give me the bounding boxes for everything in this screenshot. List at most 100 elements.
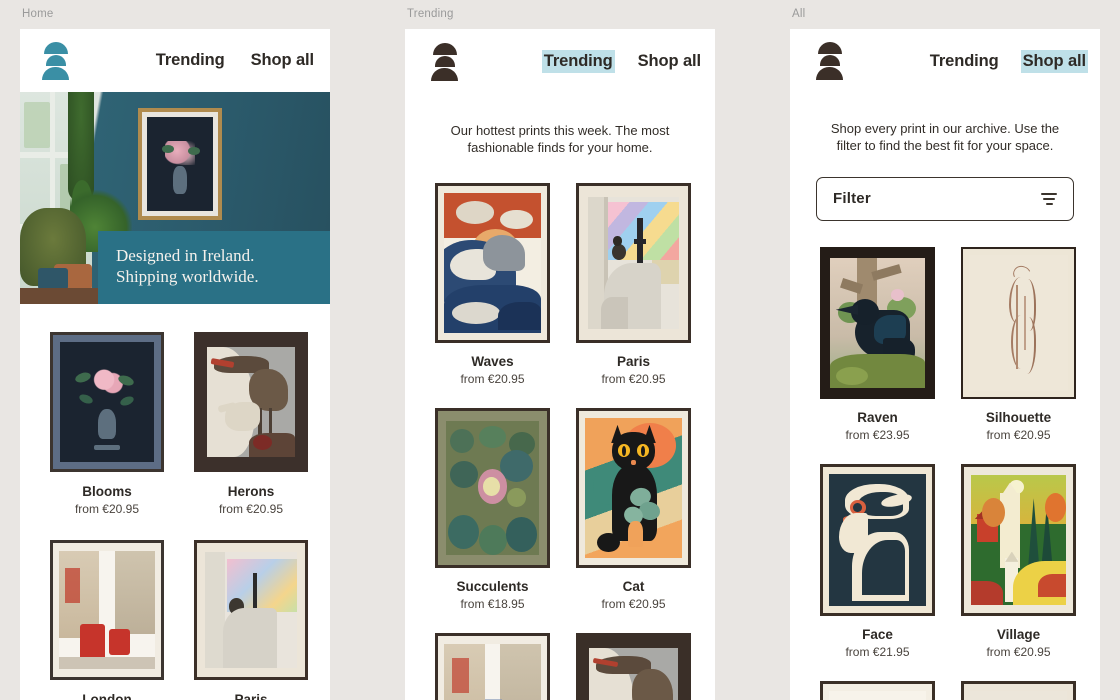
- product-title: Succulents: [456, 578, 529, 594]
- product-frame: [435, 632, 550, 700]
- nav-link-trending[interactable]: Trending: [156, 51, 225, 70]
- filter-label: Filter: [833, 190, 871, 208]
- product-frame: [820, 463, 935, 616]
- hero-banner-section[interactable]: Designed in Ireland. Shipping worldwide.: [20, 92, 330, 304]
- product-frame: [50, 332, 164, 472]
- logo-dome-bottom: [42, 66, 69, 80]
- product-frame: [50, 540, 164, 680]
- product-card[interactable]: Blooms from €20.95: [820, 680, 935, 700]
- product-card[interactable]: Cat from €20.95: [576, 407, 691, 611]
- panel-all-body: Trending Shop all Shop every print in ou…: [790, 29, 1100, 700]
- product-card[interactable]: Herons from €20.95: [576, 632, 691, 700]
- product-card[interactable]: Silhouette from €20.95: [961, 246, 1076, 442]
- product-title: Cat: [622, 578, 645, 594]
- product-price: from €20.95: [986, 427, 1051, 442]
- panel-label-all: All: [792, 8, 806, 20]
- filter-icon[interactable]: [1041, 192, 1057, 205]
- product-frame: [435, 407, 550, 568]
- nav-link-shop-all[interactable]: Shop all: [251, 51, 314, 70]
- product-card[interactable]: Raven from €23.95: [820, 246, 935, 442]
- screenshot-stage: Home Trending Shop all Designed in Irela…: [0, 0, 1120, 700]
- nav-link-shop-all[interactable]: Shop all: [638, 52, 701, 71]
- product-frame: [194, 332, 308, 472]
- product-price: from €20.95: [601, 371, 666, 386]
- panel-label-home: Home: [22, 8, 54, 20]
- product-frame: [961, 680, 1076, 700]
- product-price: from €20.95: [986, 644, 1051, 659]
- product-title: Face: [862, 626, 893, 642]
- filter-row: Filter: [790, 155, 1100, 221]
- product-frame: [194, 540, 308, 680]
- product-grid: Raven from €23.95 Silhouette from €20.95…: [790, 221, 1100, 700]
- logo-stacked-domes-icon[interactable]: [431, 42, 458, 81]
- panel-trending-body: Trending Shop all Our hottest prints thi…: [405, 29, 715, 700]
- panel-home: Home Trending Shop all Designed in Irela…: [20, 0, 330, 700]
- product-card[interactable]: Paris from €20.95: [961, 680, 1076, 700]
- logo-dome-bottom: [816, 67, 843, 80]
- product-card[interactable]: London from €20.95: [50, 540, 164, 700]
- product-frame: [820, 246, 935, 399]
- page-intro: Shop every print in our archive. Use the…: [790, 93, 1100, 155]
- product-title: Paris: [234, 692, 268, 700]
- product-card[interactable]: London from €20.95: [435, 632, 550, 700]
- logo-dome-mid: [45, 54, 66, 66]
- product-frame: [820, 680, 935, 700]
- logo-stacked-domes-icon[interactable]: [816, 42, 843, 80]
- product-card[interactable]: Face from €21.95: [820, 463, 935, 659]
- site-header: Trending Shop all: [790, 29, 1100, 93]
- product-price: from €20.95: [74, 502, 140, 516]
- product-frame: [435, 182, 550, 343]
- product-price: from €23.95: [845, 427, 910, 442]
- nav-link-trending[interactable]: Trending: [930, 52, 999, 71]
- product-title: Herons: [227, 484, 275, 499]
- main-nav: Trending Shop all: [930, 51, 1086, 71]
- panel-trending: Trending Trending Shop all Our hottest p…: [405, 0, 715, 700]
- hero-banner-card: Designed in Ireland. Shipping worldwide.: [98, 230, 330, 304]
- logo-dome-top: [817, 42, 842, 54]
- logo-stacked-domes-icon[interactable]: [42, 41, 69, 80]
- product-grid: Waves from €20.95 Paris from €20.95 Succ…: [405, 157, 715, 700]
- product-title: Village: [996, 626, 1041, 642]
- panel-all: All Trending Shop all Shop every print i…: [790, 0, 1100, 700]
- product-card[interactable]: Village from €20.95: [961, 463, 1076, 659]
- product-card[interactable]: Blooms from €20.95: [50, 332, 164, 516]
- product-grid: Blooms from €20.95 Herons from €20.95 Lo…: [20, 304, 330, 700]
- product-price: from €21.95: [845, 644, 910, 659]
- logo-dome-top: [43, 41, 68, 54]
- product-price: from €20.95: [218, 502, 284, 516]
- main-nav: Trending Shop all: [156, 51, 314, 70]
- filter-dropdown[interactable]: Filter: [816, 176, 1074, 221]
- product-title: London: [82, 692, 132, 700]
- panel-home-body: Trending Shop all Designed in Ireland. S…: [20, 29, 330, 700]
- intro-line1: Shop every print in our archive. Use the: [830, 121, 1060, 136]
- product-frame: [961, 463, 1076, 616]
- product-card[interactable]: Paris from €20.95: [194, 540, 308, 700]
- product-price: from €20.95: [460, 371, 525, 386]
- product-card[interactable]: Waves from €20.95: [435, 182, 550, 386]
- nav-link-trending[interactable]: Trending: [543, 52, 613, 71]
- hero-banner-line1: Designed in Ireland.: [116, 245, 255, 265]
- product-card[interactable]: Paris from €20.95: [576, 182, 691, 386]
- product-frame: [576, 182, 691, 343]
- intro-line2: fashionable finds for your home.: [467, 140, 653, 156]
- logo-dome-top: [432, 42, 457, 55]
- product-card[interactable]: Succulents from €18.95: [435, 407, 550, 611]
- product-title: Paris: [616, 353, 651, 369]
- product-card[interactable]: Herons from €20.95: [194, 332, 308, 516]
- product-title: Waves: [471, 353, 514, 369]
- logo-dome-mid: [819, 55, 840, 66]
- product-title: Silhouette: [985, 409, 1052, 425]
- intro-line2: filter to find the best fit for your spa…: [836, 138, 1054, 154]
- logo-dome-bottom: [431, 67, 458, 81]
- product-price: from €18.95: [460, 596, 525, 611]
- page-intro: Our hottest prints this week. The most f…: [405, 94, 715, 157]
- hero-banner-line2: Shipping worldwide.: [116, 267, 259, 287]
- panel-label-trending: Trending: [407, 8, 454, 20]
- main-nav: Trending Shop all: [543, 52, 701, 71]
- site-header: Trending Shop all: [20, 29, 330, 92]
- logo-dome-mid: [434, 55, 455, 67]
- product-title: Raven: [857, 409, 898, 425]
- nav-link-shop-all[interactable]: Shop all: [1022, 51, 1086, 71]
- product-price: from €20.95: [601, 596, 666, 611]
- site-header: Trending Shop all: [405, 29, 715, 94]
